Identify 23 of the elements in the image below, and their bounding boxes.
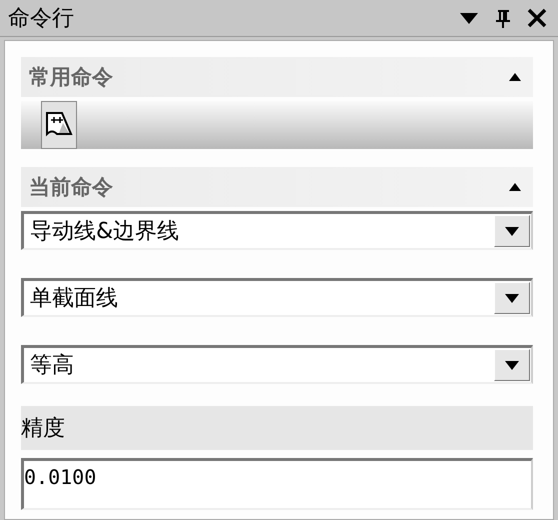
dropdown-button[interactable]	[494, 349, 530, 381]
collapse-icon[interactable]	[509, 183, 521, 191]
dropdown[interactable]: 导动线&边界线	[21, 211, 533, 250]
section-header[interactable]: 当前命令	[21, 167, 533, 207]
caret-icon	[505, 360, 519, 370]
close-icon[interactable]	[526, 7, 548, 29]
section-title: 常用命令	[29, 64, 113, 91]
tool-button[interactable]	[41, 101, 77, 149]
dropdown-value: 等高	[29, 352, 75, 380]
dropdown-button[interactable]	[494, 215, 530, 247]
section-title: 当前命令	[29, 174, 113, 201]
collapse-icon[interactable]	[509, 73, 521, 81]
dropdown-value: 单截面线	[29, 285, 119, 313]
caret-icon	[505, 294, 519, 302]
dropdown[interactable]: 等高	[21, 345, 533, 384]
window-title: 命令行	[8, 5, 75, 33]
dropdown[interactable]: 单截面线	[21, 278, 533, 317]
section-header[interactable]: 常用命令	[21, 57, 533, 97]
dropdown-button[interactable]	[494, 282, 530, 314]
dropdown-value: 导动线&边界线	[29, 218, 180, 246]
caret-icon	[505, 226, 519, 236]
precision-field[interactable]: 0.0100	[21, 458, 533, 510]
precision-label: 精度	[21, 415, 65, 443]
